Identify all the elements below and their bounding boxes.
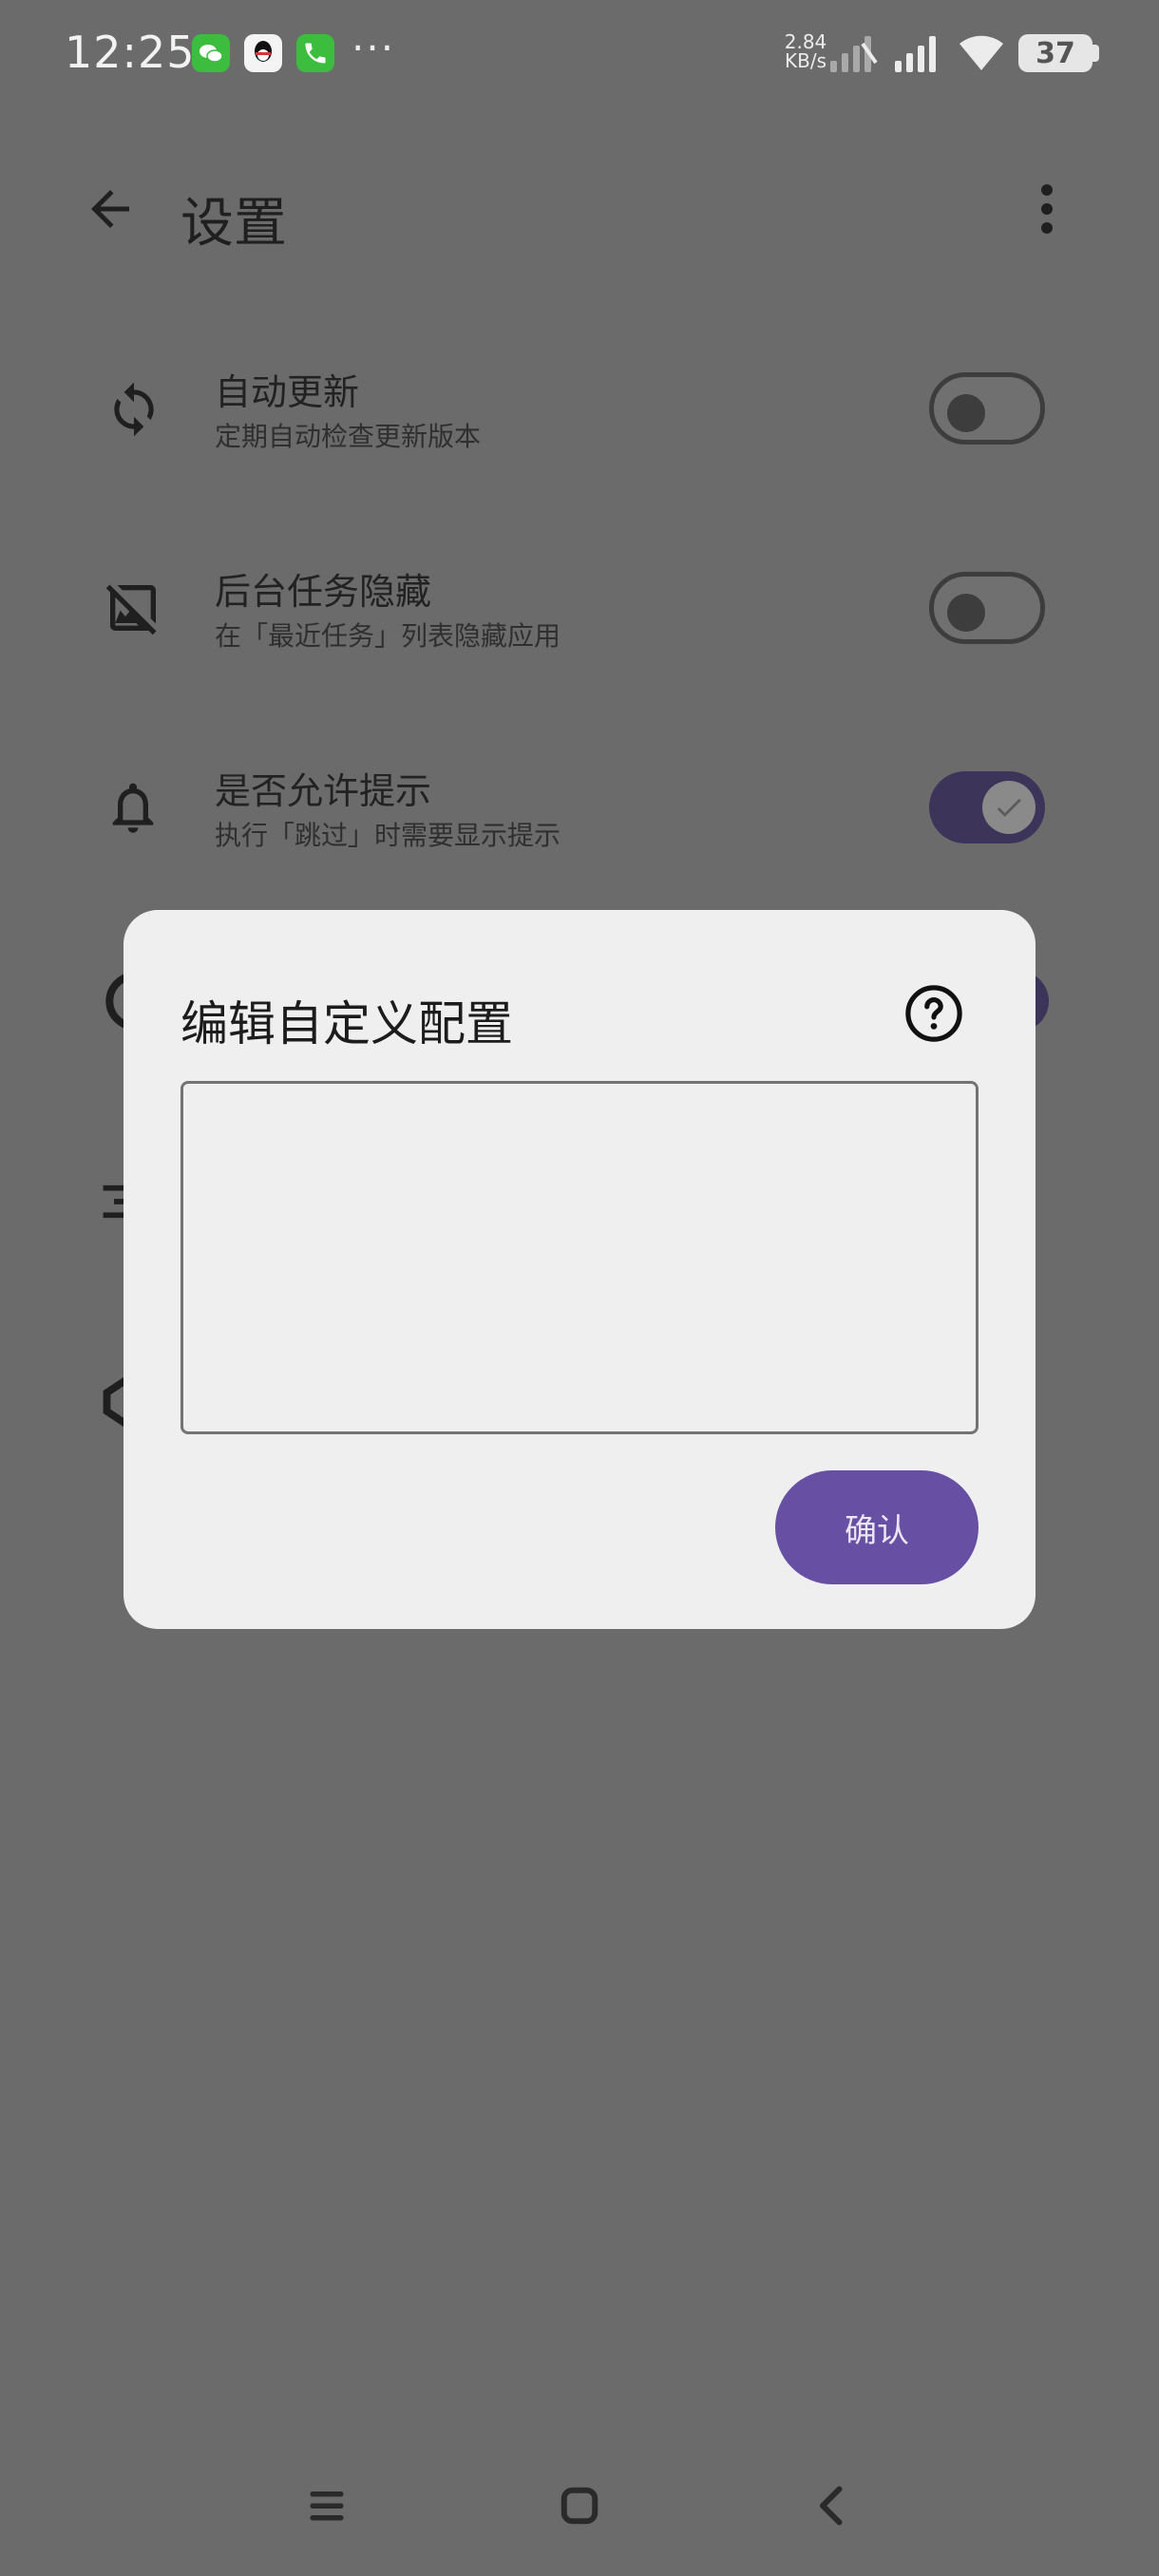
status-time: 12:25: [65, 27, 196, 78]
setting-title: 是否允许提示: [215, 770, 432, 812]
setting-hide-recents[interactable]: 后台任务隐藏 在「最近任务」列表隐藏应用: [0, 541, 1159, 674]
setting-subtitle: 执行「跳过」时需要显示提示: [215, 820, 561, 851]
setting-allow-hint[interactable]: 是否允许提示 执行「跳过」时需要显示提示: [0, 741, 1159, 874]
wechat-icon: [192, 34, 230, 72]
network-speed: 2.84 KB/s: [777, 32, 834, 70]
more-notifications: ···: [352, 25, 396, 71]
help-icon[interactable]: [904, 984, 963, 1043]
phone-icon: [296, 34, 334, 72]
back-nav-icon[interactable]: [804, 2477, 861, 2534]
network-speed-value: 2.84: [784, 30, 827, 53]
more-vert-icon[interactable]: [1028, 180, 1066, 237]
battery-tip: [1092, 45, 1099, 62]
back-arrow-icon[interactable]: [82, 180, 139, 237]
toggle-knob: [947, 394, 985, 432]
menu-nav-icon[interactable]: [298, 2477, 355, 2534]
wifi-icon: [960, 35, 1003, 70]
partial-list-icon: [103, 1184, 125, 1219]
page-title: 设置: [180, 193, 287, 255]
config-textarea[interactable]: [180, 1081, 978, 1434]
setting-title: 后台任务隐藏: [215, 571, 432, 613]
allow-hint-toggle[interactable]: [929, 771, 1045, 843]
sync-icon: [114, 382, 154, 437]
auto-update-toggle[interactable]: [929, 372, 1045, 445]
battery-indicator: 37: [1018, 34, 1092, 72]
setting-title: 自动更新: [215, 371, 360, 413]
setting-auto-update[interactable]: 自动更新 定期自动检查更新版本: [0, 342, 1159, 475]
qq-icon: [244, 34, 282, 72]
setting-subtitle: 在「最近任务」列表隐藏应用: [215, 620, 561, 652]
hide-recents-toggle[interactable]: [929, 572, 1045, 644]
network-speed-unit: KB/s: [785, 49, 826, 72]
bell-icon: [112, 783, 154, 833]
check-icon: [997, 798, 1021, 817]
home-nav-icon[interactable]: [551, 2477, 608, 2534]
signal-1-icon: [830, 36, 878, 72]
dialog-title: 编辑自定义配置: [180, 996, 513, 1051]
signal-2-icon: [895, 36, 936, 72]
setting-subtitle: 定期自动检查更新版本: [215, 421, 482, 452]
confirm-button[interactable]: 确认: [775, 1470, 978, 1584]
toggle-knob: [982, 781, 1036, 834]
toggle-knob: [947, 594, 985, 632]
partial-code-icon: [103, 1377, 125, 1427]
edit-config-dialog: 编辑自定义配置 确认: [124, 910, 1036, 1629]
hide-image-icon: [105, 584, 157, 635]
